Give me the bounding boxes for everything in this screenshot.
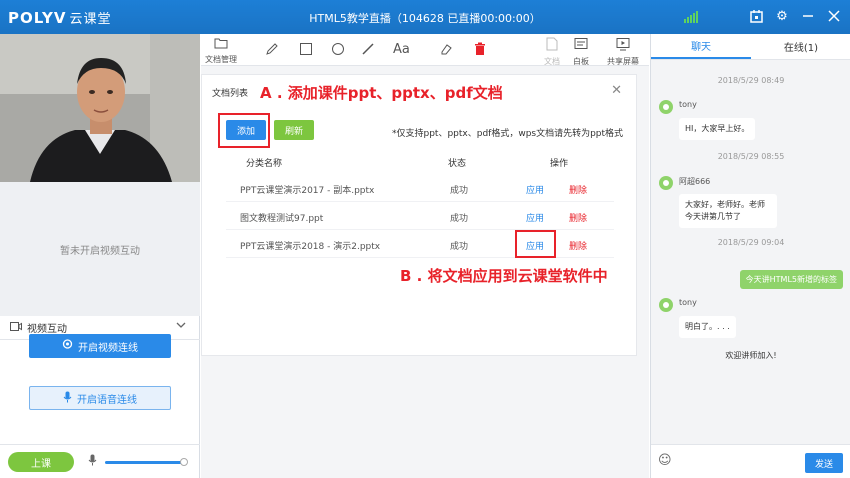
avatar [659,100,673,114]
delete-link[interactable]: 删除 [569,211,587,224]
message-time: 2018/5/29 08:55 [717,152,785,161]
camera-icon [10,321,22,334]
annotation-a: A . 添加课件ppt、pptx、pdf文档 [260,84,503,102]
minimize-icon[interactable] [800,8,816,24]
doc-name: PPT云课堂演示2017 - 副本.pptx [240,186,375,196]
tab-chat[interactable]: 聊天 [651,34,751,59]
start-class-button[interactable]: 上课 [8,452,74,472]
chevron-down-icon[interactable] [176,320,186,333]
webcam-icon [62,339,73,353]
message-time: 2018/5/29 09:04 [717,238,785,247]
clear-tool[interactable] [473,42,487,61]
main-area: 文档管理 Aa 文档 白板 共享屏幕 文档列表 ✕ A . 添加课件ppt、pp… [201,34,649,478]
signal-icon [684,9,698,23]
tab-online[interactable]: 在线(1) [751,34,850,59]
document-tool[interactable]: 文档 [544,37,560,67]
share-screen-icon [616,37,630,56]
apply-link[interactable]: 应用 [526,211,544,224]
circle-tool[interactable] [331,42,345,61]
chat-tabs: 聊天 在线(1) [651,34,850,60]
no-video-text: 暂未开启视频互动 [60,245,140,257]
message-user: 阿超666 [679,177,711,186]
rectangle-icon [299,42,313,61]
emoji-icon[interactable]: ☺ [658,453,672,468]
doc-name: 图文教程测试97.ppt [240,214,324,224]
my-message-bubble: 今天讲HTML5新增的标签 [739,270,843,289]
message-bubble: 明白了。. . . [679,316,736,338]
text-tool[interactable]: Aa [393,42,410,58]
doc-name: PPT云课堂演示2018 - 演示2.pptx [240,242,381,252]
format-notice: *仅支持ppt、pptx、pdf格式，wps文档请先转为ppt格式 [392,129,624,139]
avatar [659,298,673,312]
column-header-name: 分类名称 [246,159,283,169]
trash-icon [473,42,487,61]
line-icon [361,42,375,61]
annotation-b: B . 将文档应用到云课堂软件中 [400,267,608,285]
calendar-icon[interactable] [748,8,764,24]
message-user: tony [679,100,697,109]
close-icon[interactable] [826,8,842,24]
left-panel: 暂未开启视频互动 视频互动 开启视频连线 开启语音连线 上课 [0,34,200,478]
pencil-icon [265,42,279,61]
column-header-status: 状态 [448,159,467,169]
eraser-icon [439,42,453,61]
teacher-video [0,34,200,182]
message-bubble: HI，大家早上好。 [679,118,756,140]
folder-icon [214,37,228,54]
volume-slider[interactable] [105,458,188,466]
class-control-bar: 上课 [0,444,200,478]
panel-title: 文档列表 [212,89,249,99]
rectangle-tool[interactable] [299,42,313,61]
video-placeholder: 暂未开启视频互动 [0,182,200,316]
eraser-tool[interactable] [439,42,453,61]
annotation-box-apply [515,230,556,258]
table-row: 图文教程测试97.ppt 成功 应用 删除 [226,202,614,230]
video-interaction-label: 视频互动 [27,324,67,335]
doc-status: 成功 [450,186,469,196]
circle-icon [331,42,345,61]
message-user: tony [679,298,697,307]
chat-panel: 聊天 在线(1) 2018/5/29 08:49 tony HI，大家早上好。 … [650,34,850,478]
message-bubble: 大家好，老师好。老师今天讲第几节了 [679,194,777,228]
close-icon[interactable]: ✕ [611,83,622,98]
chat-composer: ☺ 发送 [651,444,850,478]
title-bar: POLYV 云课堂 HTML5教学直播（104628 已直播00:00:00） ⚙ [0,0,850,34]
add-button[interactable]: 添加 [226,120,266,140]
doc-status: 成功 [450,242,469,252]
share-screen-tool[interactable]: 共享屏幕 [607,37,639,67]
send-button[interactable]: 发送 [805,453,843,473]
avatar [659,176,673,190]
chat-messages: 2018/5/29 08:49 tony HI，大家早上好。 2018/5/29… [651,60,850,444]
start-video-button[interactable]: 开启视频连线 [29,334,171,358]
document-list-panel: 文档列表 ✕ A . 添加课件ppt、pptx、pdf文档 添加 刷新 *仅支持… [201,74,637,356]
welcome-text: 欢迎讲师加入! [725,351,777,360]
refresh-button[interactable]: 刷新 [274,120,314,140]
delete-link[interactable]: 删除 [569,183,587,196]
doc-manage-tool[interactable]: 文档管理 [205,37,237,65]
delete-link[interactable]: 删除 [569,239,587,252]
gear-icon[interactable]: ⚙ [774,8,790,24]
start-voice-button[interactable]: 开启语音连线 [29,386,171,410]
microphone-icon [63,391,72,406]
whiteboard-toolbar: 文档管理 Aa 文档 白板 共享屏幕 [201,34,649,66]
volume-slider-handle[interactable] [180,458,188,466]
table-row: PPT云课堂演示2017 - 副本.pptx 成功 应用 删除 [226,174,614,202]
column-header-action: 操作 [550,159,569,169]
whiteboard-icon [574,37,588,56]
apply-link[interactable]: 应用 [526,183,544,196]
microphone-icon[interactable] [88,454,97,469]
whiteboard-tool[interactable]: 白板 [573,37,589,67]
line-tool[interactable] [361,42,375,61]
text-icon: Aa [393,42,410,57]
document-icon [546,37,558,56]
doc-status: 成功 [450,214,469,224]
pencil-tool[interactable] [265,42,279,61]
message-time: 2018/5/29 08:49 [717,76,785,85]
